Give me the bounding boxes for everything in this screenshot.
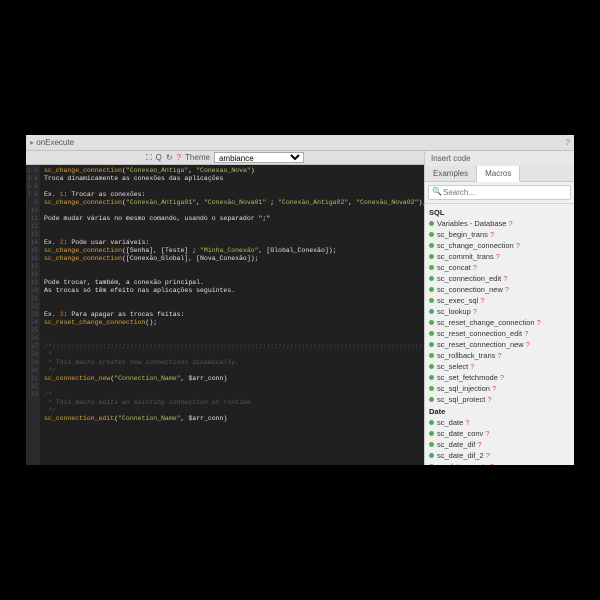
main-area: ⛶ Q ↻ ? Theme ambiance 1 2 3 4 5 6 7 8 9… xyxy=(26,151,574,465)
item-help-icon[interactable]: ? xyxy=(505,285,509,294)
help-toolbar-icon[interactable]: ? xyxy=(177,153,181,162)
search-wrap: 🔍 xyxy=(425,182,574,204)
tab-macros[interactable]: Macros xyxy=(477,166,520,182)
tree-category[interactable]: SQL xyxy=(429,207,570,218)
item-help-icon[interactable]: ? xyxy=(492,384,496,393)
tree-item[interactable]: sc_date? xyxy=(429,417,570,428)
item-help-icon[interactable]: ? xyxy=(477,440,481,449)
item-help-icon[interactable]: ? xyxy=(473,263,477,272)
item-help-icon[interactable]: ? xyxy=(490,230,494,239)
tree-item[interactable]: sc_date_conv? xyxy=(429,428,570,439)
tree-item[interactable]: sc_date_dif_2? xyxy=(429,450,570,461)
search-input[interactable] xyxy=(428,185,571,200)
item-help-icon[interactable]: ? xyxy=(526,340,530,349)
tree-item[interactable]: sc_lookup? xyxy=(429,306,570,317)
editor-pane: ⛶ Q ↻ ? Theme ambiance 1 2 3 4 5 6 7 8 9… xyxy=(26,151,424,465)
tree-item[interactable]: sc_concat? xyxy=(429,262,570,273)
item-help-icon[interactable]: ? xyxy=(470,362,474,371)
item-help-icon[interactable]: ? xyxy=(473,307,477,316)
help-icon[interactable]: ? xyxy=(566,138,570,147)
search-icon[interactable]: Q xyxy=(156,153,162,162)
item-help-icon[interactable]: ? xyxy=(490,462,494,465)
tree-item[interactable]: sc_date_empty? xyxy=(429,461,570,465)
item-help-icon[interactable]: ? xyxy=(487,395,491,404)
side-title: Insert code xyxy=(425,151,574,166)
tree-item[interactable]: sc_date_dif? xyxy=(429,439,570,450)
tree-item[interactable]: sc_sql_injection? xyxy=(429,383,570,394)
tree-item[interactable]: sc_reset_change_connection? xyxy=(429,317,570,328)
tree-item[interactable]: sc_begin_trans? xyxy=(429,229,570,240)
tree-item[interactable]: sc_set_fetchmode? xyxy=(429,372,570,383)
tree-item[interactable]: sc_sql_protect? xyxy=(429,394,570,405)
item-help-icon[interactable]: ? xyxy=(485,429,489,438)
item-help-icon[interactable]: ? xyxy=(497,351,501,360)
theme-label: Theme xyxy=(185,153,210,162)
macro-tree: SQLVariables - Database?sc_begin_trans?s… xyxy=(425,204,574,465)
tab-examples[interactable]: Examples xyxy=(425,166,477,181)
item-help-icon[interactable]: ? xyxy=(503,274,507,283)
side-panel: Insert code Examples Macros 🔍 SQLVariabl… xyxy=(424,151,574,465)
app-window: onExecute ? ⛶ Q ↻ ? Theme ambiance 1 2 3… xyxy=(26,135,574,465)
theme-select[interactable]: ambiance xyxy=(214,152,304,163)
tree-item[interactable]: sc_reset_connection_edit? xyxy=(429,328,570,339)
tree-item[interactable]: sc_connection_new? xyxy=(429,284,570,295)
fullscreen-icon[interactable]: ⛶ xyxy=(146,153,152,163)
search-icon: 🔍 xyxy=(432,187,442,196)
refresh-icon[interactable]: ↻ xyxy=(166,153,173,162)
side-tabs: Examples Macros xyxy=(425,166,574,182)
item-help-icon[interactable]: ? xyxy=(496,252,500,261)
event-title: onExecute xyxy=(30,138,74,147)
editor-toolbar: ⛶ Q ↻ ? Theme ambiance xyxy=(26,151,424,165)
tree-item[interactable]: sc_rollback_trans? xyxy=(429,350,570,361)
tree-item[interactable]: sc_commit_trans? xyxy=(429,251,570,262)
item-help-icon[interactable]: ? xyxy=(508,219,512,228)
item-help-icon[interactable]: ? xyxy=(524,329,528,338)
tree-item[interactable]: sc_select? xyxy=(429,361,570,372)
item-help-icon[interactable]: ? xyxy=(486,451,490,460)
item-help-icon[interactable]: ? xyxy=(480,296,484,305)
tree-item[interactable]: sc_exec_sql? xyxy=(429,295,570,306)
tree-item[interactable]: Variables - Database? xyxy=(429,218,570,229)
code-area[interactable]: 1 2 3 4 5 6 7 8 9 10 11 12 13 14 15 16 1… xyxy=(26,165,424,465)
topbar: onExecute ? xyxy=(26,135,574,151)
item-help-icon[interactable]: ? xyxy=(537,318,541,327)
tree-item[interactable]: sc_change_connection? xyxy=(429,240,570,251)
tree-category[interactable]: Date xyxy=(429,406,570,417)
line-gutter: 1 2 3 4 5 6 7 8 9 10 11 12 13 14 15 16 1… xyxy=(26,165,40,465)
item-help-icon[interactable]: ? xyxy=(500,373,504,382)
item-help-icon[interactable]: ? xyxy=(465,418,469,427)
tree-item[interactable]: sc_connection_edit? xyxy=(429,273,570,284)
code-content[interactable]: sc_change_connection("Conexao_Antiga", "… xyxy=(40,165,424,465)
item-help-icon[interactable]: ? xyxy=(516,241,520,250)
tree-item[interactable]: sc_reset_connection_new? xyxy=(429,339,570,350)
